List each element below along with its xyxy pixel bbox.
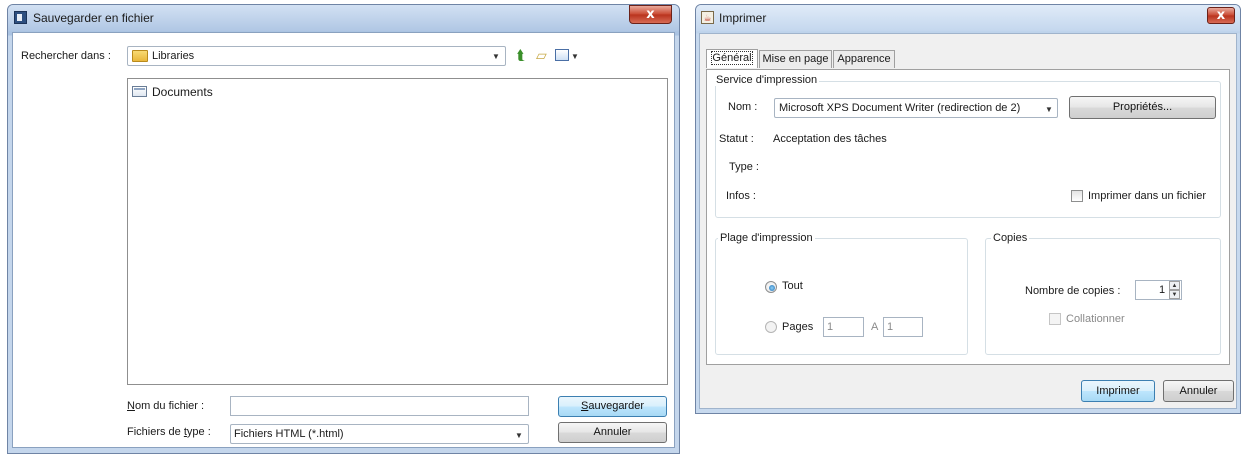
- collate-label[interactable]: Collationner: [1066, 313, 1125, 325]
- spin-up-icon[interactable]: ▲: [1169, 281, 1180, 290]
- status-value: Acceptation des tâches: [773, 133, 887, 145]
- file-name-label-rest: om du fichier :: [134, 400, 205, 412]
- range-all-radio[interactable]: [765, 281, 777, 293]
- tab-page-setup-label: Mise en page: [762, 53, 829, 65]
- range-to-input[interactable]: [883, 317, 923, 337]
- print-service-group-title: Service d'impression: [714, 74, 820, 86]
- save-dialog-title: Sauvegarder en fichier: [33, 11, 154, 25]
- save-dialog-title-bar[interactable]: Sauvegarder en fichier x: [8, 5, 679, 31]
- print-dialog: ☕ Imprimer x Général Mise en page Appare…: [695, 4, 1241, 414]
- chevron-down-icon[interactable]: ▼: [492, 52, 500, 61]
- file-list[interactable]: Documents: [127, 78, 668, 385]
- libraries-folder-icon: [132, 50, 148, 62]
- properties-button[interactable]: Propriétés...: [1069, 96, 1216, 119]
- cancel-button[interactable]: Annuler: [1163, 380, 1234, 402]
- tab-appearance-label: Apparence: [837, 53, 891, 65]
- printer-name-value: Microsoft XPS Document Writer (redirecti…: [779, 102, 1021, 114]
- save-button-label-rest: auvegarder: [588, 400, 644, 412]
- printer-select[interactable]: Microsoft XPS Document Writer (redirecti…: [774, 98, 1058, 118]
- look-in-label: Rechercher dans :: [21, 50, 111, 62]
- folder-icon: [132, 86, 147, 97]
- chevron-down-icon[interactable]: ▼: [515, 431, 523, 440]
- file-type-combo[interactable]: Fichiers HTML (*.html) ▼: [230, 424, 529, 444]
- java-app-icon: [14, 11, 27, 24]
- file-name-label: Nom du fichier :: [127, 400, 205, 412]
- status-label: Statut :: [719, 133, 754, 145]
- print-dialog-title: Imprimer: [719, 11, 767, 25]
- tab-general-label: Général: [711, 51, 753, 65]
- range-to-label: A: [871, 321, 879, 333]
- print-to-file-checkbox[interactable]: [1071, 190, 1083, 202]
- range-from-input[interactable]: [823, 317, 864, 337]
- copies-spinner[interactable]: 1 ▲ ▼: [1135, 280, 1182, 300]
- look-in-value: Libraries: [152, 50, 195, 62]
- copies-count-value: 1: [1159, 284, 1166, 296]
- file-name-input[interactable]: [230, 396, 529, 416]
- up-folder-icon[interactable]: ⮬: [517, 48, 525, 62]
- java-icon: ☕: [701, 11, 714, 24]
- chevron-down-icon[interactable]: ▼: [1045, 105, 1053, 114]
- print-button[interactable]: Imprimer: [1081, 380, 1155, 402]
- range-pages-radio[interactable]: [765, 321, 777, 333]
- file-name: Documents: [152, 85, 213, 99]
- list-item[interactable]: Documents: [132, 85, 332, 100]
- close-icon: x: [646, 7, 655, 22]
- printer-name-label: Nom :: [728, 101, 758, 113]
- new-folder-icon[interactable]: ▱: [536, 48, 547, 62]
- view-chevron-icon[interactable]: ▼: [571, 52, 579, 61]
- tab-panel-general: Service d'impression Nom : Microsoft XPS…: [706, 69, 1230, 365]
- close-button[interactable]: x: [629, 5, 672, 24]
- info-label: Infos :: [726, 190, 756, 202]
- look-in-combo[interactable]: Libraries ▼: [127, 46, 506, 66]
- close-button[interactable]: x: [1207, 7, 1235, 24]
- save-dialog-body: Rechercher dans : Libraries ▼ ⮬ ▱ ▼ Docu…: [12, 32, 675, 448]
- collate-checkbox[interactable]: [1049, 313, 1061, 325]
- copies-group-title: Copies: [991, 232, 1030, 244]
- print-range-group: [715, 238, 968, 355]
- tab-page-setup[interactable]: Mise en page: [759, 50, 832, 68]
- save-button[interactable]: Sauvegarder: [558, 396, 667, 417]
- close-icon: x: [1216, 8, 1226, 23]
- cancel-button[interactable]: Annuler: [558, 422, 667, 443]
- print-to-file-label[interactable]: Imprimer dans un fichier: [1088, 190, 1206, 202]
- file-type-label: Fichiers de type :: [127, 426, 211, 438]
- tab-appearance[interactable]: Apparence: [833, 50, 895, 68]
- tab-general[interactable]: Général: [706, 49, 758, 68]
- file-type-value: Fichiers HTML (*.html): [234, 428, 344, 440]
- copies-count-label: Nombre de copies :: [1025, 285, 1121, 297]
- save-dialog: Sauvegarder en fichier x Rechercher dans…: [7, 4, 680, 454]
- type-label: Type :: [729, 161, 759, 173]
- print-dialog-body: Général Mise en page Apparence Service d…: [699, 33, 1237, 409]
- places-bar: [21, 78, 121, 444]
- print-range-group-title: Plage d'impression: [718, 232, 815, 244]
- spin-down-icon[interactable]: ▼: [1169, 290, 1180, 299]
- range-pages-label[interactable]: Pages: [782, 321, 813, 333]
- range-all-label[interactable]: Tout: [782, 280, 803, 292]
- view-menu-icon[interactable]: [555, 49, 569, 61]
- print-dialog-title-bar[interactable]: ☕ Imprimer x: [696, 5, 1240, 31]
